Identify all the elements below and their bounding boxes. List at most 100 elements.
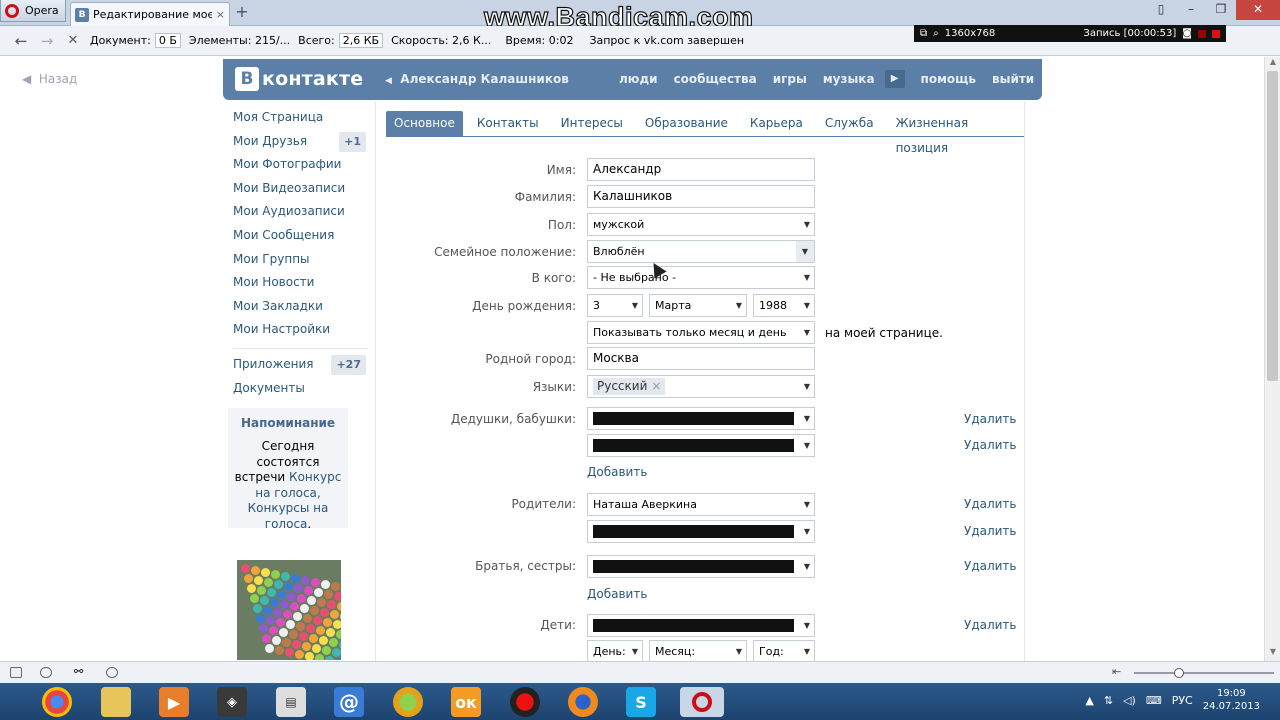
opera-taskbar-icon[interactable] <box>680 687 724 717</box>
remove-child-1[interactable]: Удалить <box>964 618 1017 632</box>
sidebar-item-photos[interactable]: Мои Фотографии <box>233 155 368 179</box>
remove-sibling-1[interactable]: Удалить <box>964 559 1017 573</box>
game-icon[interactable] <box>393 687 423 717</box>
zoom-slider-knob[interactable] <box>1174 668 1184 678</box>
child-1-select[interactable] <box>587 614 815 637</box>
nav-logout[interactable]: выйти <box>992 72 1034 88</box>
reminder-link-2[interactable]: Конкурсы на голоса <box>248 501 329 531</box>
browser-tab-active[interactable]: B Редактирование моей... × <box>70 2 230 26</box>
keyboard-icon[interactable]: ⌨ <box>1146 694 1162 707</box>
minimize-button[interactable]: – <box>1176 0 1206 20</box>
sidebar-item-videos[interactable]: Мои Видеозаписи <box>233 179 368 203</box>
parent-1-select[interactable]: Наташа Аверкина <box>587 493 815 516</box>
gender-select[interactable]: мужской <box>587 213 815 236</box>
camera-icon[interactable]: ◙ <box>1182 28 1192 39</box>
sidebar-item-apps[interactable]: Приложения +27 <box>233 354 368 379</box>
email-icon[interactable]: @ <box>334 687 364 717</box>
remove-parent-2[interactable]: Удалить <box>964 524 1017 538</box>
cloud-icon[interactable] <box>40 667 52 678</box>
tab-interests[interactable]: Интересы <box>553 111 631 136</box>
child-month-select[interactable]: Месяц: <box>649 640 747 663</box>
friends-badge[interactable]: +1 <box>339 131 366 152</box>
zoom-out-icon[interactable]: ⇤ <box>1112 665 1121 678</box>
record-stop-icon[interactable] <box>1212 29 1220 38</box>
clock[interactable]: 19:09 24.07.2013 <box>1203 687 1260 713</box>
apps-badge[interactable]: +27 <box>331 354 366 375</box>
ad-image-palette[interactable] <box>237 560 341 660</box>
tag-remove-icon[interactable]: × <box>651 379 661 393</box>
sidebar-item-my-page[interactable]: Моя Страница <box>233 108 368 132</box>
tab-career[interactable]: Карьера <box>742 111 811 136</box>
tab-service[interactable]: Служба <box>817 111 882 136</box>
last-name-field[interactable]: Калашников <box>587 185 815 208</box>
tab-life-position[interactable]: Жизненная позиция <box>888 111 1018 155</box>
tab-contacts[interactable]: Контакты <box>469 111 547 136</box>
speed-dial-icon[interactable] <box>106 667 118 678</box>
back-arrow-icon[interactable]: ← <box>8 32 34 50</box>
header-user-link[interactable]: ◀ Александр Калашников <box>385 72 569 86</box>
tab-education[interactable]: Образование <box>637 111 736 136</box>
share-icon[interactable]: ⚯ <box>74 665 86 678</box>
nav-help[interactable]: помощь <box>921 72 976 88</box>
add-grandparent-link[interactable]: Добавить <box>587 465 647 479</box>
relationship-select[interactable]: Влюблён <box>587 240 815 263</box>
media-player-icon[interactable]: ▶ <box>159 687 189 717</box>
birth-month-select[interactable]: Марта <box>649 294 747 317</box>
nav-communities[interactable]: сообщества <box>674 72 757 88</box>
sidebar-item-messages[interactable]: Мои Сообщения <box>233 226 368 250</box>
sidebar-item-groups[interactable]: Мои Группы <box>233 250 368 274</box>
back-link[interactable]: ◀ Назад <box>22 72 77 86</box>
remove-grandparent-2[interactable]: Удалить <box>964 438 1017 452</box>
sibling-1-select[interactable] <box>587 555 815 578</box>
grandparent-1-select[interactable] <box>587 407 815 430</box>
nav-people[interactable]: люди <box>619 72 658 88</box>
new-tab-button[interactable]: + <box>234 4 250 21</box>
trash-icon[interactable]: ▯ <box>1146 0 1176 20</box>
vk-logo[interactable]: В контакте <box>235 67 363 91</box>
scrollbar-thumb[interactable] <box>1267 71 1278 381</box>
sidebar-item-friends[interactable]: Мои Друзья +1 <box>233 131 368 156</box>
close-window-button[interactable]: ✕ <box>1236 0 1280 20</box>
sidebar-item-documents[interactable]: Документы <box>233 379 368 403</box>
chrome-icon[interactable] <box>42 687 72 717</box>
restore-button[interactable]: ❐ <box>1206 0 1236 20</box>
pause-icon[interactable] <box>1198 29 1206 38</box>
language-indicator[interactable]: РУС <box>1172 694 1193 707</box>
tray-arrow-icon[interactable]: ▲ <box>1085 694 1093 707</box>
stop-icon[interactable]: ✕ <box>60 33 86 48</box>
grandparent-2-select[interactable] <box>587 434 815 457</box>
child-day-select[interactable]: День: <box>587 640 643 663</box>
sidebar-item-bookmarks[interactable]: Мои Закладки <box>233 297 368 321</box>
child-year-select[interactable]: Год: <box>753 640 815 663</box>
birth-year-select[interactable]: 1988 <box>753 294 815 317</box>
volume-icon[interactable]: ◁) <box>1123 694 1136 707</box>
tab-basic[interactable]: Основное <box>386 111 463 136</box>
odnoklassniki-icon[interactable]: ок <box>451 687 481 717</box>
remove-grandparent-1[interactable]: Удалить <box>964 412 1017 426</box>
birth-day-select[interactable]: 3 <box>587 294 643 317</box>
page-scrollbar[interactable]: ▲ ▼ <box>1264 57 1280 661</box>
folder-icon[interactable] <box>101 687 131 717</box>
remove-parent-1[interactable]: Удалить <box>964 497 1017 511</box>
add-sibling-link[interactable]: Добавить <box>587 587 647 601</box>
scroll-down-icon[interactable]: ▼ <box>1265 647 1280 661</box>
languages-select[interactable]: Русский × <box>587 375 815 398</box>
scroll-up-icon[interactable]: ▲ <box>1265 57 1280 71</box>
firefox-icon[interactable] <box>568 687 598 717</box>
nav-music[interactable]: музыка <box>823 72 875 88</box>
archive-icon[interactable]: ◈ <box>217 687 247 717</box>
hometown-field[interactable]: Москва <box>587 347 815 370</box>
panel-toggle-icon[interactable] <box>10 667 22 678</box>
forward-arrow-icon[interactable]: → <box>34 32 60 50</box>
tab-close-icon[interactable]: × <box>216 8 225 21</box>
zoom-slider[interactable] <box>1134 668 1274 678</box>
network-icon[interactable]: ⇅ <box>1104 694 1113 707</box>
skype-icon[interactable]: S <box>626 687 656 717</box>
partner-select[interactable]: - Не выбрано - <box>587 266 815 289</box>
music-play-icon[interactable]: ▶ <box>884 70 905 88</box>
record-icon[interactable] <box>510 687 540 717</box>
parent-2-select[interactable] <box>587 520 815 543</box>
window-app-icon[interactable]: ▤ <box>276 687 306 717</box>
opera-menu-button[interactable]: Opera <box>0 0 66 22</box>
first-name-field[interactable]: Александр <box>587 158 815 181</box>
